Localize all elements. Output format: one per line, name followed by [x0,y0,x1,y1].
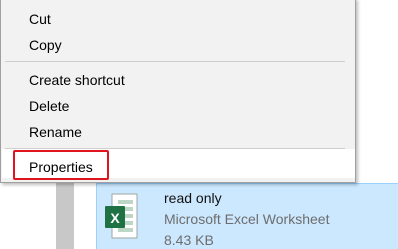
file-type: Microsoft Excel Worksheet [164,211,330,227]
explorer-window: X read only Microsoft Excel Worksheet 8.… [0,0,398,249]
file-size: 8.43 KB [164,232,214,248]
menu-item-cut[interactable]: Cut [29,10,51,28]
navigation-pane-scrollbar[interactable] [56,183,74,249]
menu-item-properties[interactable]: Properties [29,158,93,176]
excel-file-icon: X [105,193,138,239]
file-name[interactable]: read only [164,190,222,206]
menu-item-rename[interactable]: Rename [29,123,82,141]
context-menu: Cut Copy Create shortcut Delete Rename P… [0,0,356,183]
menu-item-copy[interactable]: Copy [29,36,62,54]
svg-text:X: X [110,210,120,226]
menu-separator [5,61,345,62]
menu-item-create-shortcut[interactable]: Create shortcut [29,71,125,89]
menu-item-delete[interactable]: Delete [29,97,69,115]
